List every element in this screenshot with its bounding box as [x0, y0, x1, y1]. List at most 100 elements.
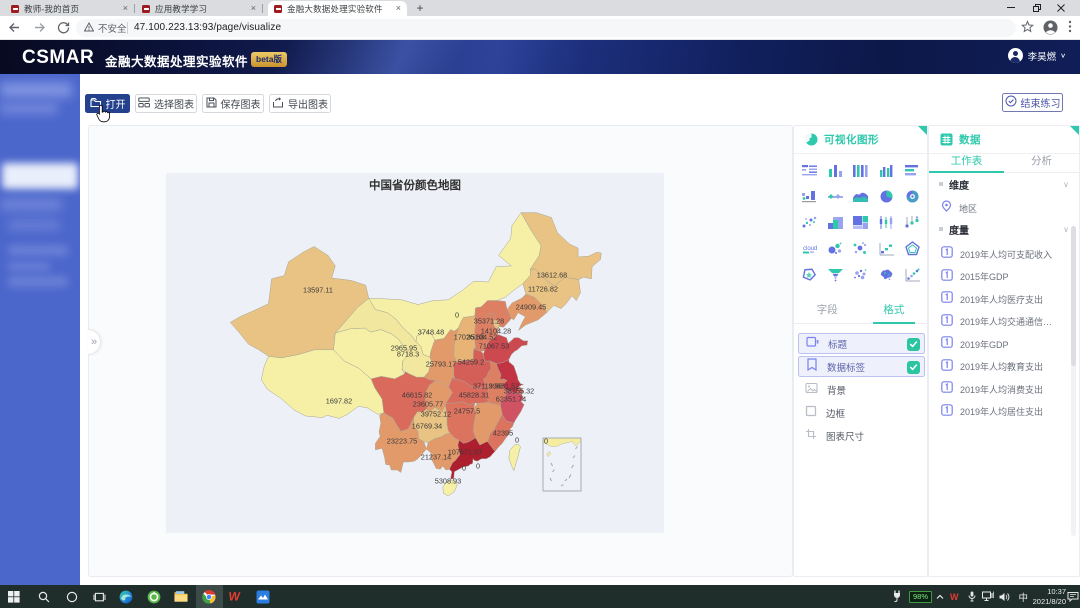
- taskbar-360-browser-icon[interactable]: [147, 590, 161, 603]
- tray-clock[interactable]: 10:372021/8/20: [1033, 585, 1066, 608]
- tray-microphone-icon[interactable]: [968, 585, 976, 608]
- chart-diagonal-scatter-icon[interactable]: [902, 266, 922, 282]
- url-text[interactable]: 47.100.223.13:93/page/visualize: [134, 22, 281, 33]
- checkbox-checked-icon[interactable]: [907, 361, 920, 374]
- measure-item-6[interactable]: 2019年人均消费支出: [941, 380, 1043, 398]
- bookmark-star-icon[interactable]: [1021, 20, 1034, 33]
- tab-fields[interactable]: 字段: [794, 298, 861, 323]
- sidebar-item[interactable]: [8, 220, 60, 230]
- chart-bar-icon[interactable]: [825, 162, 845, 178]
- chart-step-scatter-icon[interactable]: [877, 240, 897, 256]
- window-close-button[interactable]: [1050, 0, 1072, 17]
- chart-funnel-icon[interactable]: [825, 266, 845, 282]
- open-button[interactable]: 打开: [85, 94, 130, 113]
- tray-notification-icon[interactable]: [1067, 585, 1079, 608]
- measure-item-2[interactable]: 2019年人均医疗支出: [941, 290, 1043, 308]
- browser-menu-icon[interactable]: [1068, 20, 1072, 33]
- measure-section[interactable]: 度量∨: [929, 219, 1079, 239]
- tray-network-icon[interactable]: [982, 585, 994, 608]
- format-item-4[interactable]: 图表尺寸: [798, 425, 925, 446]
- back-icon[interactable]: [8, 21, 24, 37]
- tray-hidden-icons[interactable]: [936, 585, 944, 608]
- reload-icon[interactable]: [57, 21, 73, 37]
- sidebar-item[interactable]: [2, 163, 78, 189]
- measure-item-4[interactable]: 2019年GDP: [941, 335, 1009, 353]
- user-menu[interactable]: 李昊燃 ∨: [1008, 48, 1066, 63]
- tray-power-icon[interactable]: [892, 585, 902, 608]
- tray-battery-indicator[interactable]: 98%: [909, 585, 932, 608]
- dimension-item-0[interactable]: 地区: [941, 199, 977, 217]
- chart-histogram-icon[interactable]: [851, 162, 871, 178]
- chart-scatter-bar-icon[interactable]: [800, 188, 820, 204]
- chart-pie-icon[interactable]: [877, 188, 897, 204]
- sidebar-item[interactable]: [8, 245, 68, 256]
- security-chip[interactable]: 不安全: [84, 21, 127, 35]
- tray-wps-icon[interactable]: W: [950, 585, 960, 608]
- new-tab-button[interactable]: +: [413, 2, 427, 15]
- sidebar-expander-button[interactable]: »: [88, 329, 101, 355]
- tab-format[interactable]: 格式: [861, 298, 928, 323]
- chart-boxplot-icon[interactable]: [902, 214, 922, 230]
- browser-tab-2[interactable]: 金融大数据处理实验软件 ×: [268, 1, 407, 16]
- chart-nested-rect-icon[interactable]: [851, 214, 871, 230]
- chart-area-icon[interactable]: [851, 188, 871, 204]
- chart-text-table-icon[interactable]: [800, 162, 820, 178]
- tab-worksheet[interactable]: 工作表: [929, 151, 1004, 172]
- dimension-section[interactable]: 维度∨: [929, 174, 1079, 194]
- taskbar-file-explorer-icon[interactable]: [174, 590, 188, 603]
- chart-map-icon[interactable]: [877, 266, 897, 282]
- taskbar-wps-icon[interactable]: W: [229, 590, 243, 603]
- browser-profile-icon[interactable]: [1043, 20, 1058, 35]
- taskbar-chrome-icon[interactable]: [202, 590, 216, 603]
- taskbar-cortana-icon[interactable]: [65, 590, 79, 603]
- browser-tab-1[interactable]: 应用教学学习 ×: [136, 1, 262, 16]
- tray-volume-icon[interactable]: [999, 585, 1010, 608]
- taskbar-csmar-app-icon[interactable]: [256, 590, 270, 603]
- chart-candlestick-icon[interactable]: [877, 214, 897, 230]
- sidebar-item[interactable]: [8, 262, 50, 271]
- browser-tab-0[interactable]: 教师-我的首页 ×: [5, 1, 134, 16]
- data-panel-scrollbar[interactable]: [1071, 226, 1076, 536]
- tab-close-icon[interactable]: ×: [251, 4, 256, 13]
- taskbar-search-icon[interactable]: [37, 590, 51, 603]
- chart-radar-icon[interactable]: [902, 240, 922, 256]
- tab-close-icon[interactable]: ×: [396, 4, 401, 13]
- measure-item-7[interactable]: 2019年人均居住支出: [941, 403, 1043, 421]
- tray-ime-indicator[interactable]: 中: [1018, 585, 1028, 608]
- window-restore-button[interactable]: [1024, 0, 1050, 17]
- chart-wordcloud-icon[interactable]: cloud: [800, 240, 820, 256]
- chart-network-icon[interactable]: [851, 240, 871, 256]
- measure-item-0[interactable]: 2019年人均可支配收入: [941, 245, 1052, 263]
- format-item-2[interactable]: 背景: [798, 379, 925, 400]
- chart-hbar-icon[interactable]: [902, 162, 922, 178]
- sidebar-item[interactable]: [8, 276, 68, 287]
- tab-analysis[interactable]: 分析: [1004, 151, 1079, 172]
- save-chart-button[interactable]: 保存图表: [202, 94, 264, 113]
- chart-grouped-bar-icon[interactable]: [877, 162, 897, 178]
- measure-item-1[interactable]: 2015年GDP: [941, 268, 1009, 286]
- export-chart-button[interactable]: 导出图表: [269, 94, 331, 113]
- window-minimize-button[interactable]: [998, 3, 1024, 13]
- select-chart-button[interactable]: 选择图表: [135, 94, 197, 113]
- province-taiwan[interactable]: [509, 444, 521, 471]
- measure-item-3[interactable]: 2019年人均交通通信…: [941, 313, 1052, 331]
- chart-polygon-star-icon[interactable]: [800, 266, 820, 282]
- tab-close-icon[interactable]: ×: [123, 4, 128, 13]
- taskbar-start-button[interactable]: [7, 590, 21, 603]
- chart-bubble-icon[interactable]: [825, 240, 845, 256]
- chart-scatter-flower-icon[interactable]: [851, 266, 871, 282]
- chart-scatter-icon[interactable]: [800, 214, 820, 230]
- chart-treemap-step-icon[interactable]: [825, 214, 845, 230]
- scrollbar-thumb[interactable]: [1071, 226, 1076, 366]
- format-item-3[interactable]: 边框: [798, 402, 925, 423]
- forward-icon[interactable]: [33, 21, 49, 37]
- chart-parallel-icon[interactable]: [825, 188, 845, 204]
- sidebar-item[interactable]: [0, 82, 72, 98]
- chart-gauge-icon[interactable]: [902, 188, 922, 204]
- format-item-0[interactable]: 标题: [798, 333, 925, 354]
- measure-item-5[interactable]: 2019年人均教育支出: [941, 358, 1043, 376]
- taskbar-edge-icon[interactable]: [119, 590, 133, 603]
- checkbox-checked-icon[interactable]: [907, 338, 920, 351]
- sidebar-item[interactable]: [0, 198, 62, 211]
- sidebar-item[interactable]: [0, 103, 58, 114]
